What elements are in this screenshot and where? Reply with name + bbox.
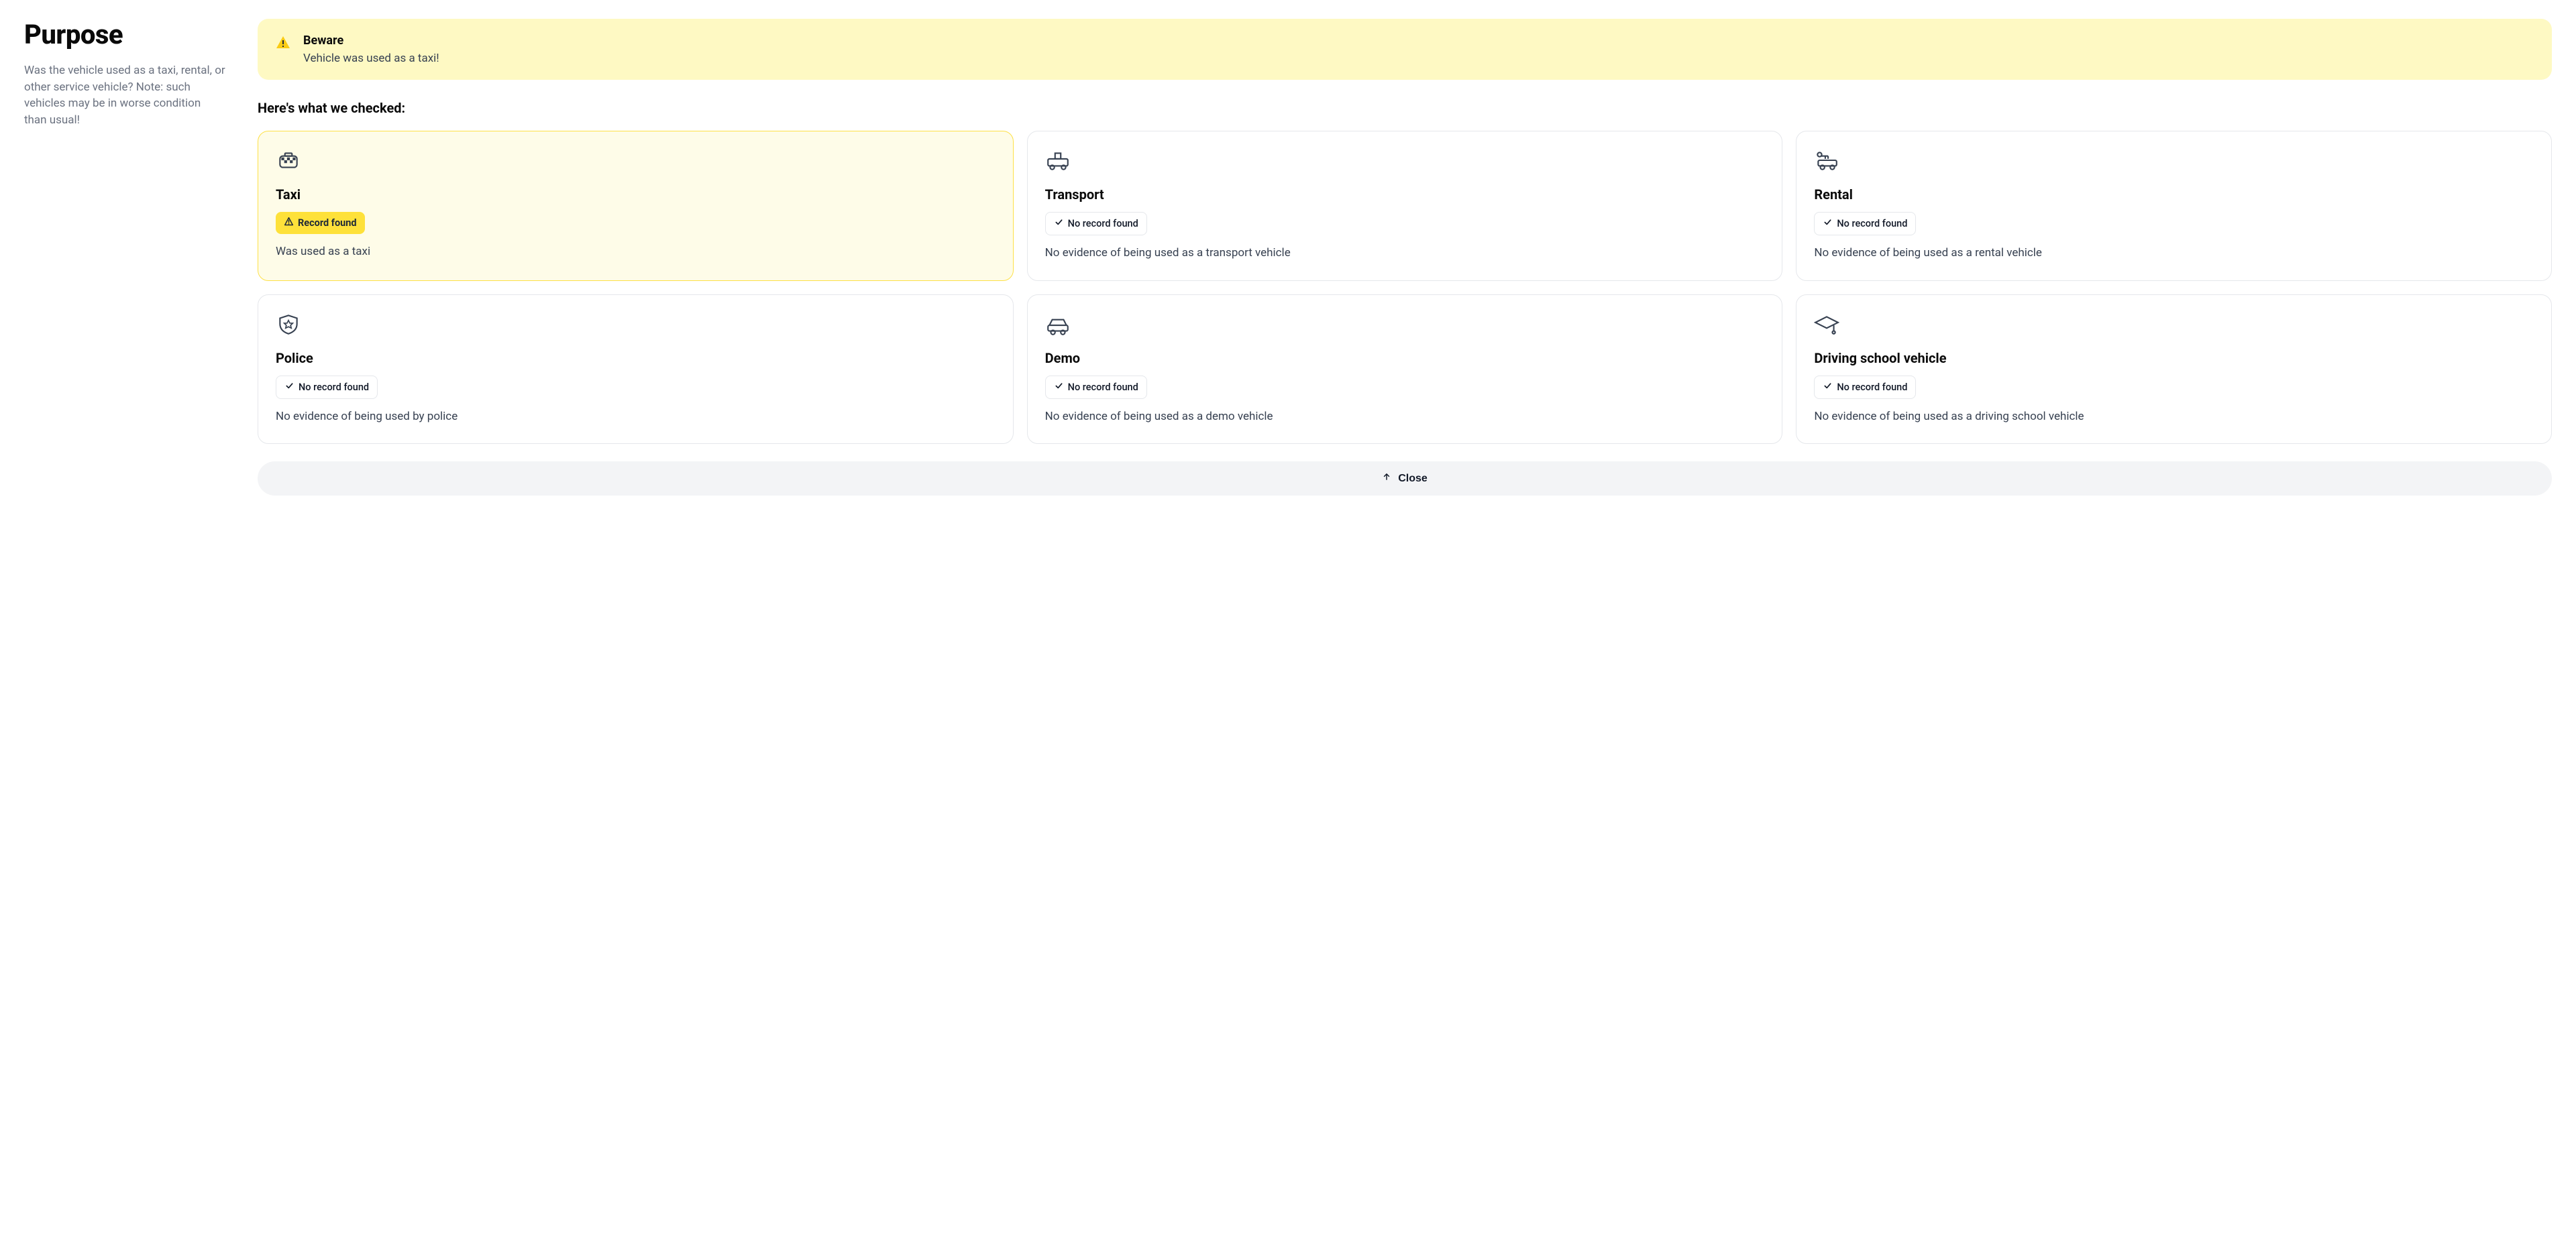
card-title: Demo <box>1045 350 1765 366</box>
card-desc: No evidence of being used as a transport… <box>1045 245 1765 262</box>
card-desc: Was used as a taxi <box>276 243 996 260</box>
status-badge: No record found <box>1814 212 1916 235</box>
card-desc: No evidence of being used as a demo vehi… <box>1045 408 1765 425</box>
card-key-car: Rental No record found No evidence of be… <box>1796 131 2552 281</box>
status-label: No record found <box>1837 218 1907 229</box>
card-taxi: Taxi Record found Was used as a taxi <box>258 131 1014 281</box>
status-label: No record found <box>1068 218 1138 229</box>
status-badge: No record found <box>1045 212 1147 235</box>
status-badge: No record found <box>276 376 378 399</box>
check-icon <box>1823 217 1833 230</box>
alert-message: Vehicle was used as a taxi! <box>303 52 439 65</box>
card-desc: No evidence of being used as a rental ve… <box>1814 245 2534 262</box>
card-gradcap: Driving school vehicle No record found N… <box>1796 294 2552 445</box>
warning-icon <box>284 217 294 229</box>
shield-icon <box>276 312 996 338</box>
alert-title: Beware <box>303 34 439 48</box>
card-title: Transport <box>1045 186 1765 203</box>
key-car-icon <box>1814 149 2534 174</box>
card-desc: No evidence of being used as a driving s… <box>1814 408 2534 425</box>
gradcap-icon <box>1814 312 2534 338</box>
status-label: No record found <box>299 382 369 393</box>
check-icon <box>284 381 294 394</box>
section-heading: Here's what we checked: <box>258 100 2552 116</box>
status-badge: No record found <box>1814 376 1916 399</box>
page-title: Purpose <box>24 19 225 50</box>
card-shield: Police No record found No evidence of be… <box>258 294 1014 445</box>
check-icon <box>1823 381 1833 394</box>
close-button[interactable]: Close <box>258 461 2552 496</box>
check-icon <box>1054 381 1064 394</box>
taxi-icon <box>276 149 996 174</box>
status-badge: No record found <box>1045 376 1147 399</box>
close-label: Close <box>1398 473 1428 485</box>
card-car: Demo No record found No evidence of bein… <box>1027 294 1783 445</box>
car-icon <box>1045 312 1765 338</box>
status-label: Record found <box>298 217 357 229</box>
van-icon <box>1045 149 1765 174</box>
sidebar: Purpose Was the vehicle used as a taxi, … <box>24 19 225 129</box>
card-van: Transport No record found No evidence of… <box>1027 131 1783 281</box>
status-badge: Record found <box>276 212 365 234</box>
cards-grid: Taxi Record found Was used as a taxi Tra… <box>258 131 2552 444</box>
main-content: Beware Vehicle was used as a taxi! Here'… <box>258 19 2552 496</box>
arrow-up-icon <box>1382 472 1391 485</box>
page-description: Was the vehicle used as a taxi, rental, … <box>24 62 225 129</box>
card-title: Driving school vehicle <box>1814 350 2534 366</box>
status-label: No record found <box>1068 382 1138 393</box>
card-title: Police <box>276 350 996 366</box>
check-icon <box>1054 217 1064 230</box>
alert-banner: Beware Vehicle was used as a taxi! <box>258 19 2552 80</box>
card-title: Taxi <box>276 186 996 203</box>
status-label: No record found <box>1837 382 1907 393</box>
warning-icon <box>275 35 291 51</box>
card-desc: No evidence of being used by police <box>276 408 996 425</box>
card-title: Rental <box>1814 186 2534 203</box>
